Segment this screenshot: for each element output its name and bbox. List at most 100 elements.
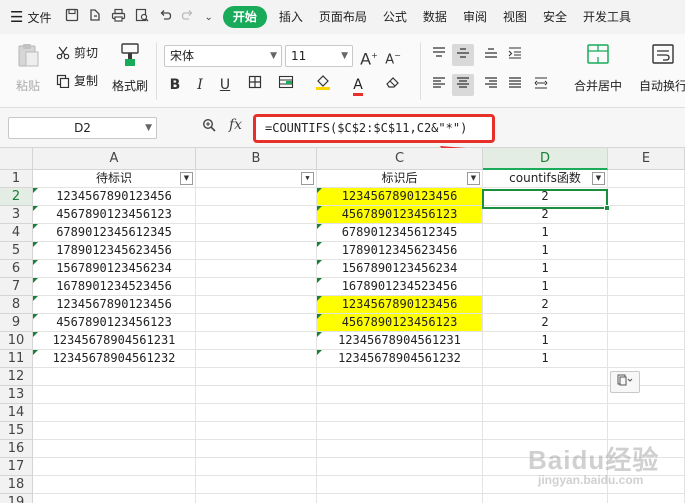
cell-e9[interactable] bbox=[608, 314, 685, 332]
auto-wrap-button[interactable]: 自动换行 bbox=[633, 42, 685, 94]
cell-c13[interactable] bbox=[317, 386, 483, 404]
select-all-corner[interactable] bbox=[0, 148, 33, 170]
cell-e1[interactable] bbox=[608, 170, 685, 188]
cell-a15[interactable] bbox=[33, 422, 196, 440]
cell-e7[interactable] bbox=[608, 278, 685, 296]
cell-b1[interactable]: ▼ bbox=[196, 170, 317, 188]
tab-view[interactable]: 视图 bbox=[495, 6, 535, 28]
row-header-11[interactable]: 11 bbox=[0, 350, 33, 368]
row-header-18[interactable]: 18 bbox=[0, 476, 33, 494]
row-header-15[interactable]: 15 bbox=[0, 422, 33, 440]
cell-a2[interactable]: 1234567890123456 bbox=[33, 188, 196, 206]
borders-icon[interactable] bbox=[244, 74, 266, 96]
cell-e6[interactable] bbox=[608, 260, 685, 278]
fill-color-icon[interactable] bbox=[312, 74, 334, 96]
font-name-select[interactable]: 宋体 ▼ bbox=[164, 45, 282, 67]
cell-a17[interactable] bbox=[33, 458, 196, 476]
filter-dropdown-icon[interactable]: ▼ bbox=[180, 172, 193, 185]
row-header-4[interactable]: 4 bbox=[0, 224, 33, 242]
row-header-3[interactable]: 3 bbox=[0, 206, 33, 224]
cell-b19[interactable] bbox=[196, 494, 317, 503]
merge-center-button[interactable]: 合并居中 bbox=[568, 42, 628, 94]
row-header-2[interactable]: 2 bbox=[0, 188, 33, 206]
row-header-6[interactable]: 6 bbox=[0, 260, 33, 278]
row-header-1[interactable]: 1 bbox=[0, 170, 33, 188]
distributed-icon[interactable] bbox=[530, 74, 552, 96]
cell-c7[interactable]: 1678901234523456 bbox=[317, 278, 483, 296]
cell-e11[interactable] bbox=[608, 350, 685, 368]
font-color-icon[interactable]: A bbox=[347, 74, 369, 96]
cell-d15[interactable] bbox=[483, 422, 608, 440]
cell-c12[interactable] bbox=[317, 368, 483, 386]
cell-a19[interactable] bbox=[33, 494, 196, 503]
cell-e19[interactable] bbox=[608, 494, 685, 503]
cell-c2[interactable]: 1234567890123456 bbox=[317, 188, 483, 206]
tab-data[interactable]: 数据 bbox=[415, 6, 455, 28]
cell-a1[interactable]: 待标识 ▼ bbox=[33, 170, 196, 188]
name-box[interactable]: D2 ▼ bbox=[8, 117, 157, 139]
column-header-e[interactable]: E bbox=[608, 148, 685, 170]
cell-d9[interactable]: 2 bbox=[483, 314, 608, 332]
cell-d14[interactable] bbox=[483, 404, 608, 422]
cell-b10[interactable] bbox=[196, 332, 317, 350]
cell-c8[interactable]: 1234567890123456 bbox=[317, 296, 483, 314]
cell-c11[interactable]: 12345678904561232 bbox=[317, 350, 483, 368]
export-icon[interactable] bbox=[88, 8, 102, 26]
cell-c17[interactable] bbox=[317, 458, 483, 476]
cell-b3[interactable] bbox=[196, 206, 317, 224]
align-right-icon[interactable] bbox=[480, 74, 502, 96]
cell-a13[interactable] bbox=[33, 386, 196, 404]
cell-c10[interactable]: 12345678904561231 bbox=[317, 332, 483, 350]
cell-e3[interactable] bbox=[608, 206, 685, 224]
cell-a4[interactable]: 6789012345612345 bbox=[33, 224, 196, 242]
format-painter-button[interactable]: 格式刷 bbox=[110, 42, 150, 94]
row-header-16[interactable]: 16 bbox=[0, 440, 33, 458]
underline-icon[interactable]: U bbox=[214, 74, 236, 96]
cell-b9[interactable] bbox=[196, 314, 317, 332]
cell-a14[interactable] bbox=[33, 404, 196, 422]
cell-b7[interactable] bbox=[196, 278, 317, 296]
paste-button[interactable]: 粘贴 bbox=[10, 42, 46, 94]
tab-review[interactable]: 审阅 bbox=[455, 6, 495, 28]
tab-page-layout[interactable]: 页面布局 bbox=[311, 6, 375, 28]
cell-d13[interactable] bbox=[483, 386, 608, 404]
save-icon[interactable] bbox=[65, 8, 79, 26]
cell-e2[interactable] bbox=[608, 188, 685, 206]
filter-dropdown-icon[interactable]: ▼ bbox=[301, 172, 314, 185]
cell-a12[interactable] bbox=[33, 368, 196, 386]
cell-b4[interactable] bbox=[196, 224, 317, 242]
tab-home[interactable]: 开始 bbox=[222, 6, 267, 28]
cell-c18[interactable] bbox=[317, 476, 483, 494]
tab-developer[interactable]: 开发工具 bbox=[575, 6, 639, 28]
cell-b16[interactable] bbox=[196, 440, 317, 458]
increase-font-icon[interactable]: A+ bbox=[358, 45, 380, 68]
decrease-font-icon[interactable]: A− bbox=[382, 45, 404, 67]
cell-b6[interactable] bbox=[196, 260, 317, 278]
cell-b5[interactable] bbox=[196, 242, 317, 260]
cell-b8[interactable] bbox=[196, 296, 317, 314]
align-bottom-icon[interactable] bbox=[480, 44, 502, 66]
row-header-9[interactable]: 9 bbox=[0, 314, 33, 332]
align-top-icon[interactable] bbox=[428, 44, 450, 66]
align-left-icon[interactable] bbox=[428, 74, 450, 96]
redo-icon[interactable] bbox=[181, 8, 195, 26]
cell-a6[interactable]: 1567890123456234 bbox=[33, 260, 196, 278]
cell-e14[interactable] bbox=[608, 404, 685, 422]
cell-c4[interactable]: 6789012345612345 bbox=[317, 224, 483, 242]
cell-d1[interactable]: countifs函数 ▼ bbox=[483, 170, 608, 188]
paste-options-button[interactable] bbox=[610, 371, 640, 393]
cell-c6[interactable]: 1567890123456234 bbox=[317, 260, 483, 278]
cell-d8[interactable]: 2 bbox=[483, 296, 608, 314]
cell-b14[interactable] bbox=[196, 404, 317, 422]
filter-dropdown-icon[interactable]: ▼ bbox=[592, 172, 605, 185]
column-header-c[interactable]: C bbox=[317, 148, 483, 170]
print-icon[interactable] bbox=[111, 8, 126, 26]
cell-e15[interactable] bbox=[608, 422, 685, 440]
cell-b17[interactable] bbox=[196, 458, 317, 476]
cell-b2[interactable] bbox=[196, 188, 317, 206]
cell-e5[interactable] bbox=[608, 242, 685, 260]
row-header-13[interactable]: 13 bbox=[0, 386, 33, 404]
tab-insert[interactable]: 插入 bbox=[271, 6, 311, 28]
tab-security[interactable]: 安全 bbox=[535, 6, 575, 28]
print-preview-icon[interactable] bbox=[135, 8, 149, 26]
